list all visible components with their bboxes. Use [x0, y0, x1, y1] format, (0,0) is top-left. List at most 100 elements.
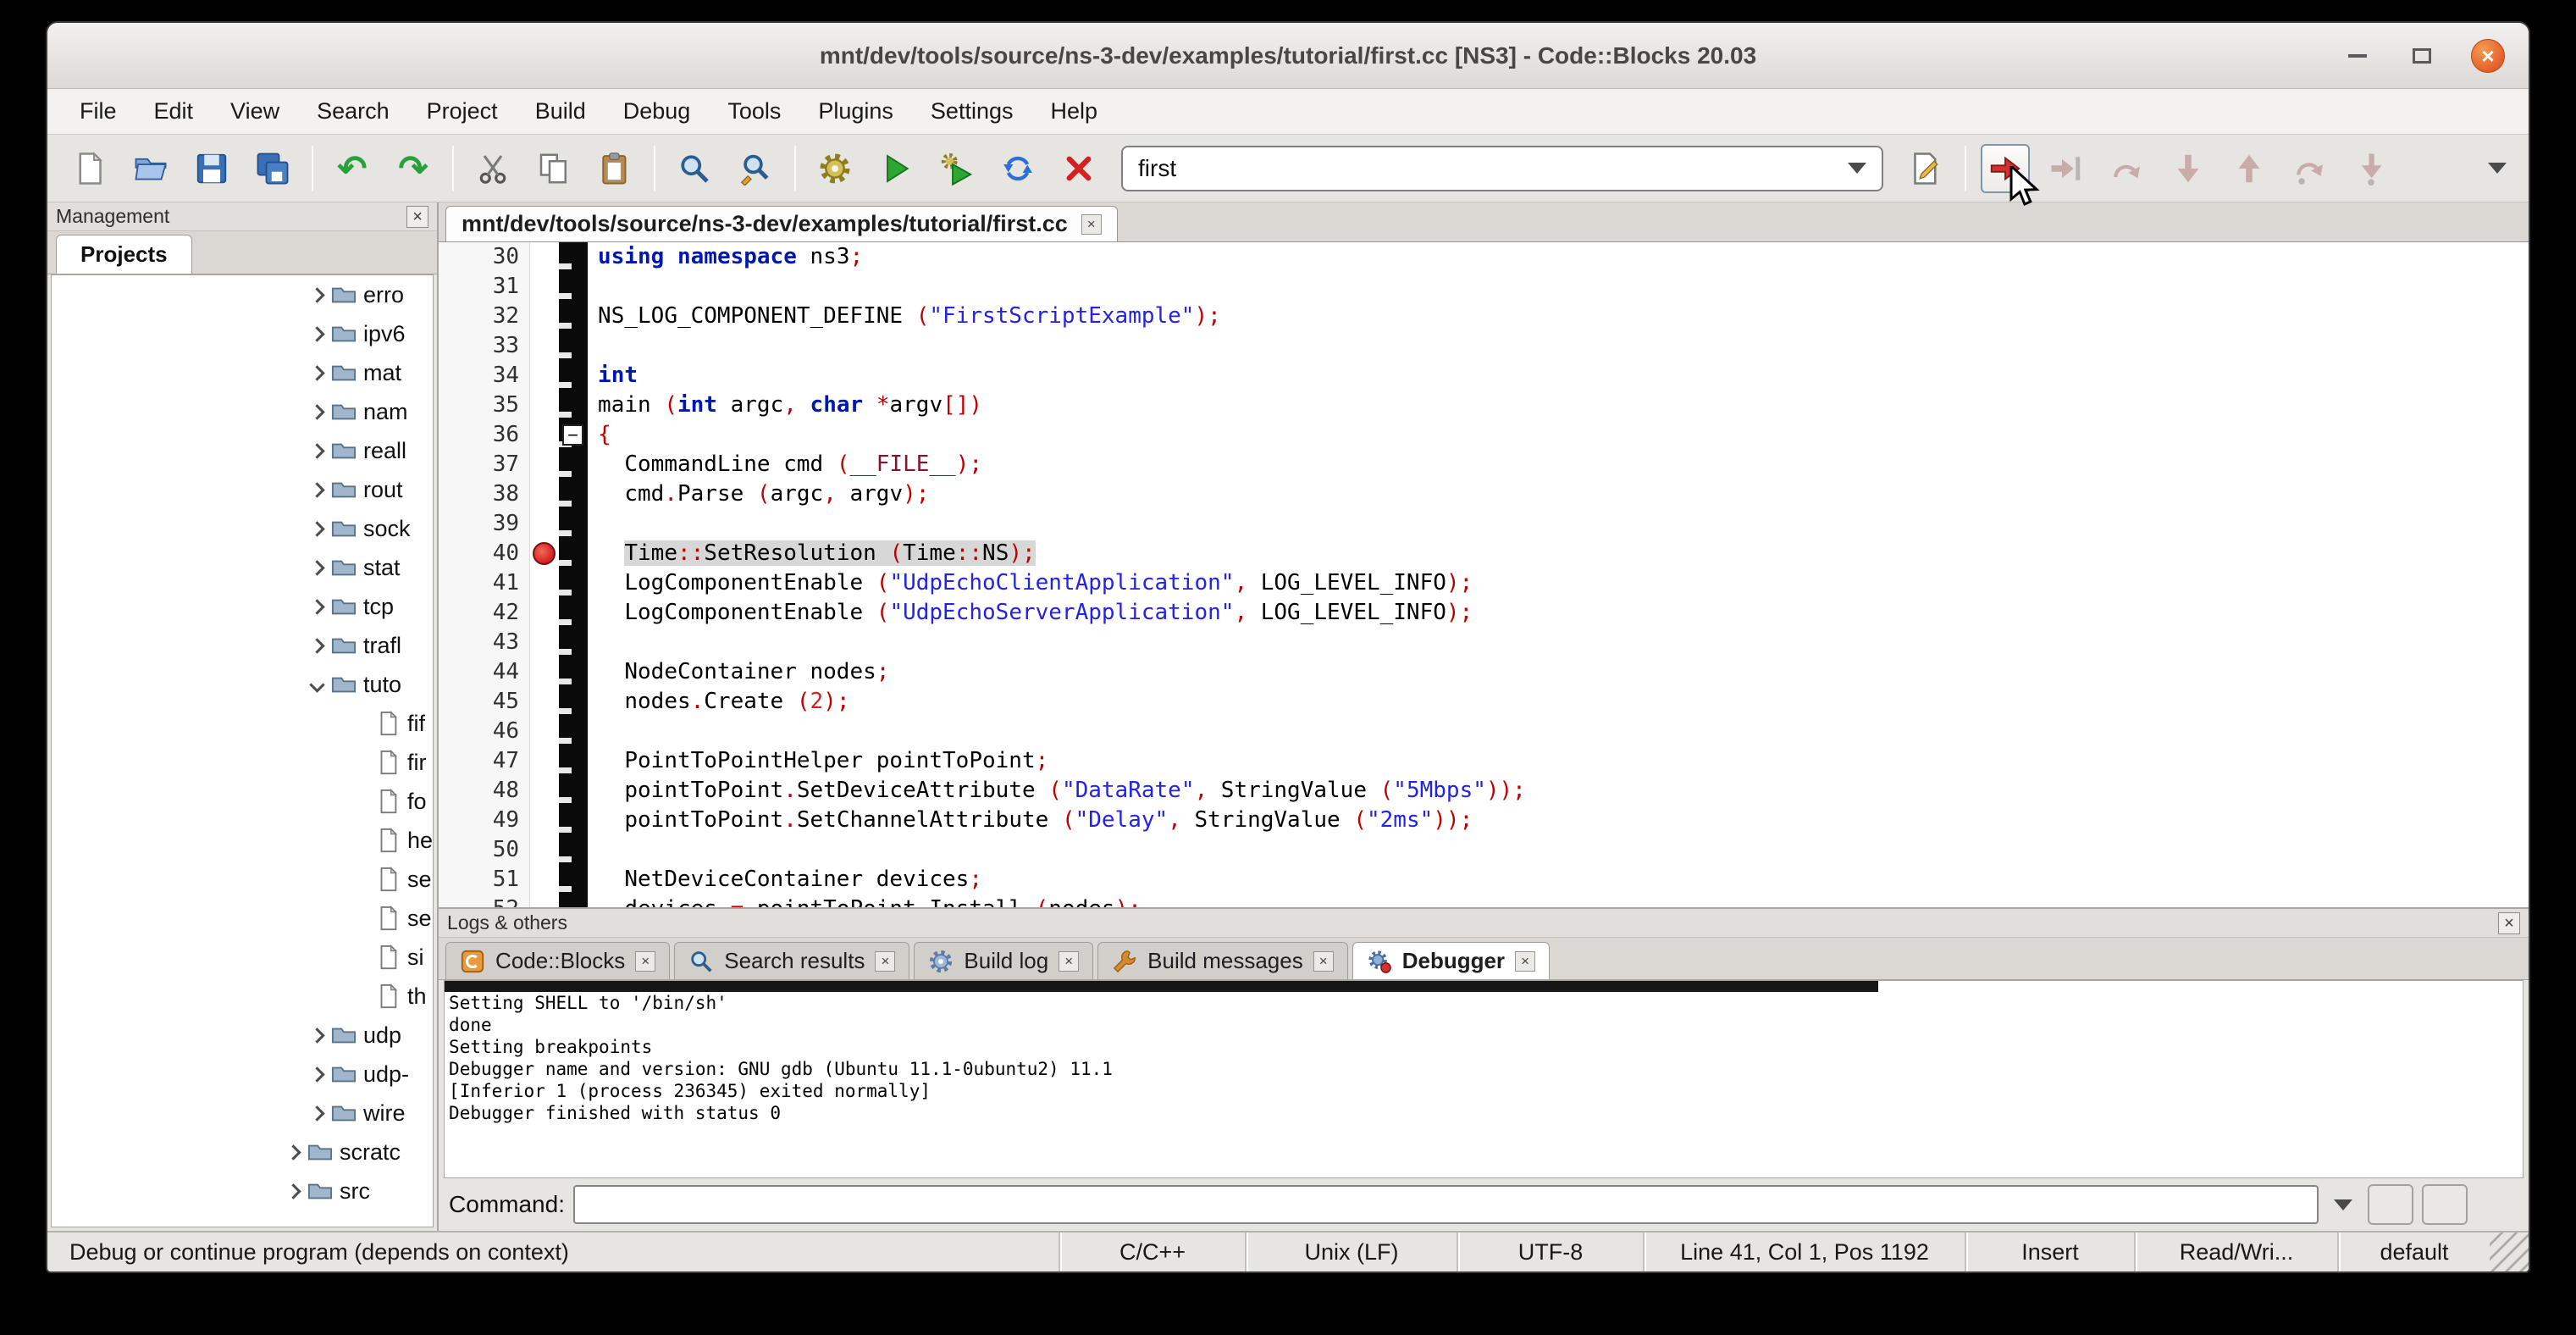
breakpoint-margin[interactable]	[530, 479, 559, 509]
breakpoint-margin[interactable]	[530, 835, 559, 865]
logs-tab-code-blocks[interactable]: Code::Blocks×	[445, 942, 670, 979]
code-line[interactable]: 30using namespace ns3;	[439, 242, 2529, 272]
code-line[interactable]: 44 NodeContainer nodes;	[439, 657, 2529, 687]
step-into-instruction-button[interactable]	[2347, 144, 2396, 193]
paste-button[interactable]	[590, 144, 639, 193]
code-editor[interactable]: 30using namespace ns3;3132NS_LOG_COMPONE…	[439, 242, 2529, 907]
fold-margin[interactable]	[559, 568, 588, 598]
line-number[interactable]: 33	[439, 331, 530, 361]
replace-button[interactable]	[731, 144, 780, 193]
menu-item-settings[interactable]: Settings	[912, 89, 1032, 134]
tree-item-stat[interactable]: stat	[52, 548, 433, 587]
expander-slot[interactable]	[306, 601, 328, 612]
menu-item-debug[interactable]: Debug	[605, 89, 710, 134]
project-tree[interactable]: erroipv6matnamreallroutsockstattcptraflt…	[51, 274, 434, 1227]
code-content[interactable]: devices = pointToPoint.Install (nodes);	[588, 895, 1142, 907]
fold-margin[interactable]	[559, 391, 588, 420]
resize-grip[interactable]	[2490, 1233, 2529, 1271]
code-line[interactable]: 31	[439, 272, 2529, 302]
logs-tab-search-results[interactable]: Search results×	[674, 942, 909, 979]
chevron-right-icon[interactable]	[285, 1144, 301, 1160]
line-number[interactable]: 46	[439, 717, 530, 746]
line-number[interactable]: 30	[439, 242, 530, 272]
line-number[interactable]: 48	[439, 776, 530, 806]
open-file-button[interactable]	[126, 144, 175, 193]
copy-log-button[interactable]	[2422, 1184, 2468, 1225]
fold-margin[interactable]	[559, 598, 588, 628]
chevron-right-icon[interactable]	[309, 404, 324, 419]
tree-item-src[interactable]: src	[52, 1172, 433, 1210]
tree-item-si[interactable]: si	[52, 938, 433, 977]
fold-margin[interactable]	[559, 687, 588, 717]
line-number[interactable]: 36	[439, 420, 530, 450]
fold-margin[interactable]	[559, 657, 588, 687]
tree-item-fir[interactable]: fir	[52, 743, 433, 782]
logs-tab-debugger[interactable]: Debugger×	[1352, 942, 1550, 979]
run-to-cursor-button[interactable]	[2042, 144, 2091, 193]
new-file-button[interactable]	[65, 144, 114, 193]
code-line[interactable]: 47 PointToPointHelper pointToPoint;	[439, 746, 2529, 776]
code-line[interactable]: 50	[439, 835, 2529, 865]
fold-margin[interactable]	[559, 272, 588, 302]
code-content[interactable]: int	[588, 361, 638, 391]
tree-item-scratc[interactable]: scratc	[52, 1133, 433, 1172]
chevron-right-icon[interactable]	[309, 1066, 324, 1082]
tree-item-th[interactable]: th	[52, 977, 433, 1016]
breakpoint-marker[interactable]	[533, 542, 556, 565]
breakpoint-margin[interactable]	[530, 242, 559, 272]
maximize-button[interactable]	[2407, 41, 2437, 71]
log-line[interactable]: done	[445, 1014, 2523, 1036]
breakpoint-margin[interactable]	[530, 539, 559, 568]
line-number[interactable]: 38	[439, 479, 530, 509]
line-number[interactable]: 40	[439, 539, 530, 568]
expander-slot[interactable]	[306, 562, 328, 573]
tree-item-udp[interactable]: udp-	[52, 1055, 433, 1094]
save-button[interactable]	[187, 144, 236, 193]
breakpoint-margin[interactable]	[530, 568, 559, 598]
search-combo[interactable]: first	[1121, 146, 1883, 191]
expander-slot[interactable]	[306, 329, 328, 340]
code-content[interactable]: nodes.Create (2);	[588, 687, 849, 717]
build-button[interactable]	[810, 144, 860, 193]
code-line[interactable]: 39	[439, 509, 2529, 539]
code-line[interactable]: 48 pointToPoint.SetDeviceAttribute ("Dat…	[439, 776, 2529, 806]
fold-margin[interactable]: −	[559, 420, 588, 450]
fold-margin[interactable]	[559, 717, 588, 746]
fold-collapse-marker[interactable]: −	[562, 424, 583, 446]
code-content[interactable]	[588, 331, 598, 361]
tree-item-tcp[interactable]: tcp	[52, 587, 433, 626]
expander-slot[interactable]	[306, 679, 328, 690]
line-number[interactable]: 43	[439, 628, 530, 657]
debug-continue-button[interactable]	[1981, 144, 2030, 193]
line-number[interactable]: 45	[439, 687, 530, 717]
fold-margin[interactable]	[559, 302, 588, 331]
breakpoint-margin[interactable]	[530, 331, 559, 361]
command-input[interactable]	[573, 1185, 2319, 1224]
breakpoint-margin[interactable]	[530, 806, 559, 835]
line-number[interactable]: 49	[439, 806, 530, 835]
toolbar-overflow-button[interactable]	[2478, 149, 2517, 188]
breakpoint-margin[interactable]	[530, 746, 559, 776]
tree-item-reall[interactable]: reall	[52, 431, 433, 470]
tree-item-sock[interactable]: sock	[52, 509, 433, 548]
abort-button[interactable]	[1054, 144, 1103, 193]
fold-margin[interactable]	[559, 242, 588, 272]
command-history-button[interactable]	[2327, 1185, 2359, 1224]
chevron-right-icon[interactable]	[309, 638, 324, 653]
fold-margin[interactable]	[559, 776, 588, 806]
breakpoint-margin[interactable]	[530, 598, 559, 628]
tree-item-he[interactable]: he	[52, 821, 433, 860]
breakpoint-margin[interactable]	[530, 302, 559, 331]
menu-item-edit[interactable]: Edit	[135, 89, 213, 134]
code-content[interactable]: PointToPointHelper pointToPoint;	[588, 746, 1048, 776]
code-content[interactable]	[588, 835, 598, 865]
redo-button[interactable]: ↷	[389, 144, 438, 193]
breakpoint-margin[interactable]	[530, 717, 559, 746]
expander-slot[interactable]	[306, 407, 328, 418]
logs-tab-build-messages[interactable]: Build messages×	[1097, 942, 1348, 979]
code-content[interactable]	[588, 509, 598, 539]
log-line[interactable]: Setting SHELL to '/bin/sh'	[445, 992, 2523, 1014]
code-line[interactable]: 36−{	[439, 420, 2529, 450]
menu-item-help[interactable]: Help	[1031, 89, 1116, 134]
fold-margin[interactable]	[559, 835, 588, 865]
